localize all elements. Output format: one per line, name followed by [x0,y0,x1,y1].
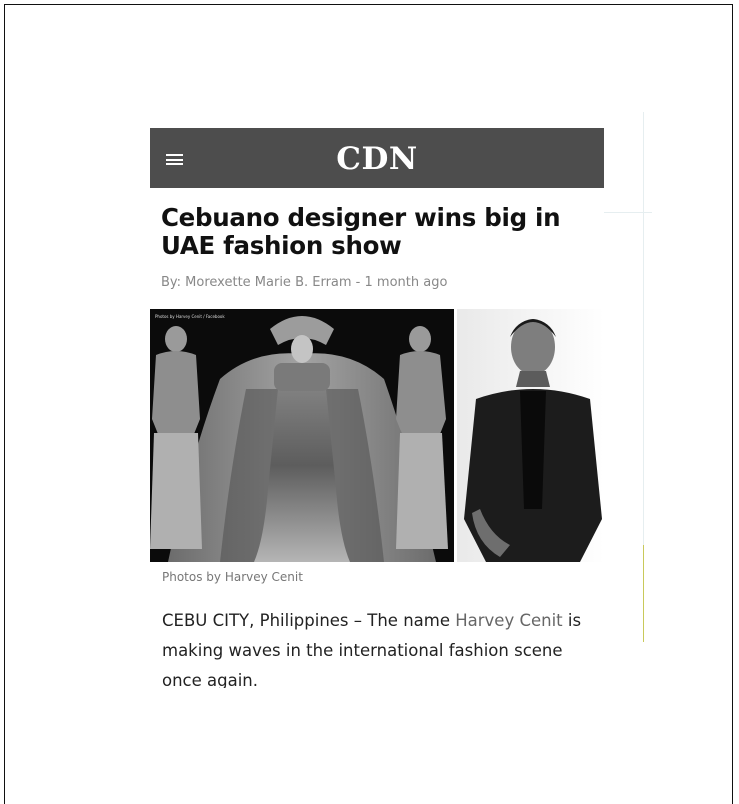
article-body: CEBU CITY, Philippines – The name Harvey… [162,606,602,688]
photo-credit-overlay: Photos by Harvey Cenit / Facebook [155,314,225,319]
divider-accent [643,545,644,642]
article-byline: By: Morexette Marie B. Erram - 1 month a… [161,275,448,290]
body-text-lead: CEBU CITY, Philippines – The name [162,611,456,630]
designer-name-link[interactable]: Harvey Cenit [455,611,562,630]
article-headline: Cebuano designer wins big in UAE fashion… [161,203,561,260]
photo-caption: Photos by Harvey Cenit [162,570,303,584]
site-logo[interactable]: CDN [150,140,604,178]
mobile-article-view: CDN Cebuano designer wins big in UAE fas… [150,128,604,688]
site-header: CDN [150,128,604,188]
article-photo[interactable]: Photos by Harvey Cenit / Facebook [150,309,604,562]
divider [604,212,652,213]
